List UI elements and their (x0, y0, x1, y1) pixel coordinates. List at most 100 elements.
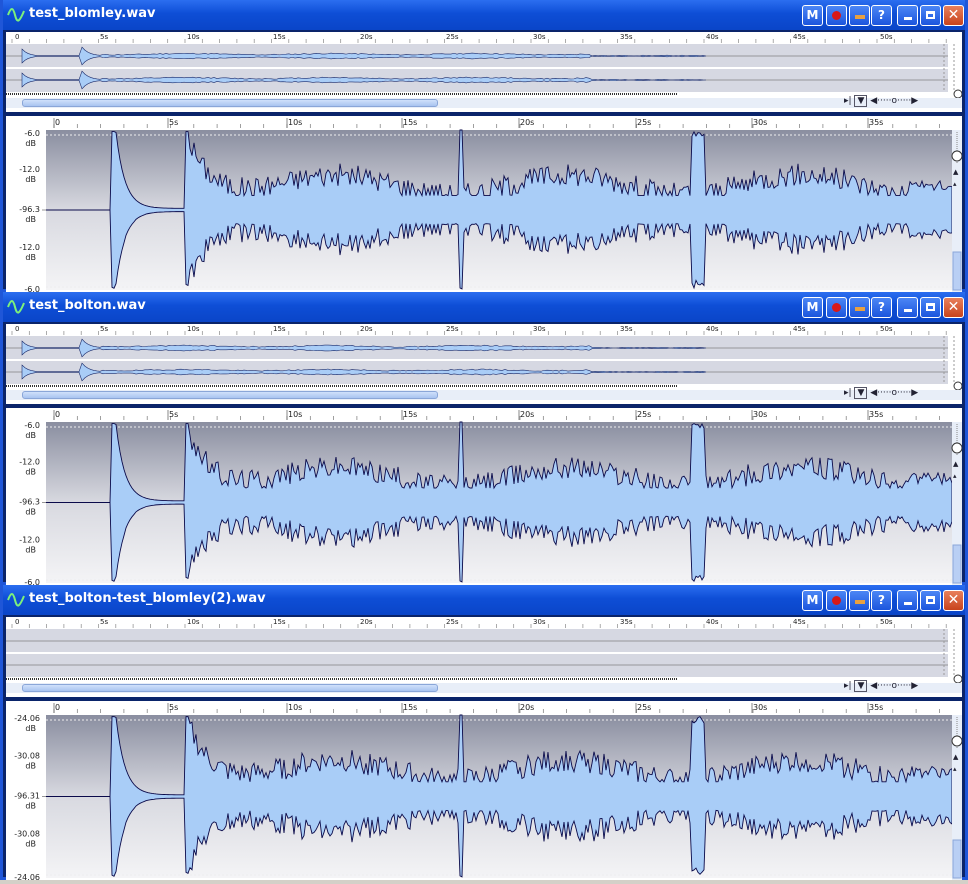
vertical-zoom-knob (951, 150, 963, 162)
zoom-slider[interactable]: ·····o····· (877, 388, 911, 398)
waveform-display[interactable]: 0 5s 10s 15s 20s 25s 30s 35s-24.06dB-30.08dB-96… (6, 701, 963, 882)
overview-tick-label: 35s (620, 33, 633, 41)
maximize-icon (926, 303, 935, 311)
overview-tick-label: 20s (360, 33, 373, 41)
zoom-right-icon[interactable]: ▶ (911, 96, 918, 106)
close-button[interactable]: ✕ (943, 5, 964, 26)
overview-scrollbar[interactable]: ▸| ▼ ◀·····o·····▶ (6, 387, 964, 400)
dash-button[interactable] (849, 297, 870, 318)
ruler-tick-label: 30s (753, 118, 767, 127)
db-unit: dB (25, 840, 36, 849)
overview-tick-label: 10s (187, 618, 200, 626)
maximize-button[interactable] (920, 590, 941, 611)
zoom-slider[interactable]: ·····o····· (877, 681, 911, 691)
waveform-app-icon (7, 298, 25, 320)
overview-tick-label: 50s (880, 325, 893, 333)
vertical-scroll-thumb (952, 839, 962, 879)
overview-tick-label: 45s (793, 33, 806, 41)
ruler-tick-label: 0 (55, 118, 60, 127)
overview-panel[interactable]: 0 5s 10s 15s 20s 25s 30s 35s 40s 45s 50s ▸| ▼ ◀····… (6, 617, 962, 697)
db-unit: dB (25, 253, 36, 262)
dropdown-icon[interactable]: ▼ (854, 387, 868, 399)
dropdown-icon[interactable]: ▼ (854, 95, 868, 107)
overview-scrollbar[interactable]: ▸| ▼ ◀·····o·····▶ (6, 680, 964, 693)
overview-nav-controls[interactable]: ▸| ▼ ◀·····o·····▶ (844, 387, 964, 399)
play-small-icon[interactable]: ▸| (844, 681, 852, 691)
overview-tick-label: 25s (446, 618, 459, 626)
minimize-button[interactable] (897, 5, 918, 26)
overview-tick-label: 0 (15, 33, 19, 41)
close-button[interactable]: ✕ (943, 590, 964, 611)
overview-scrollbar[interactable]: ▸| ▼ ◀·····o·····▶ (6, 95, 964, 108)
vertical-zoom[interactable]: ▲▴ (951, 422, 963, 585)
scroll-up-small-icon: ▴ (953, 472, 957, 480)
overview-tick-label: 15s (273, 33, 286, 41)
record-button[interactable] (826, 5, 847, 26)
close-button[interactable]: ✕ (943, 297, 964, 318)
title-bar[interactable]: test_blomley.wav M? ✕ (3, 0, 965, 30)
help-button[interactable]: ? (871, 5, 892, 26)
title-bar[interactable]: test_bolton.wav M? ✕ (3, 292, 965, 322)
overview-scroll-thumb[interactable] (22, 391, 438, 399)
ruler-tick-label: 0 (55, 410, 60, 419)
zoom-right-icon[interactable]: ▶ (911, 681, 918, 691)
play-small-icon[interactable]: ▸| (844, 388, 852, 398)
db-unit: dB (25, 762, 36, 771)
waveform-panel[interactable]: 0 5s 10s 15s 20s 25s 30s 35s -6.0 dB -12.0 dB -96.3 d… (6, 408, 963, 587)
help-button[interactable]: ? (871, 590, 892, 611)
overview-tick-label: 10s (187, 325, 200, 333)
ruler-tick-label: 15s (403, 703, 417, 712)
overview-tick-label: 30s (533, 618, 546, 626)
m-button[interactable]: M (802, 590, 823, 611)
overview-tick-label: 5s (100, 618, 108, 626)
title-bar[interactable]: test_bolton-test_blomley(2).wav M? ✕ (3, 585, 965, 615)
dropdown-icon[interactable]: ▼ (854, 680, 868, 692)
vertical-zoom[interactable]: ▲▴ (951, 715, 963, 880)
waveform-display[interactable]: 0 5s 10s 15s 20s 25s 30s 35s-6.0dB-12.0dB-96.3d… (6, 116, 963, 294)
minimize-button[interactable] (897, 297, 918, 318)
maximize-button[interactable] (920, 297, 941, 318)
waveform-display[interactable]: 0 5s 10s 15s 20s 25s 30s 35s-6.0dB-12.0dB-96.3d… (6, 408, 963, 587)
m-button[interactable]: M (802, 5, 823, 26)
overview-scroll-thumb[interactable] (22, 99, 438, 107)
overview-panel[interactable]: 0 5s 10s 15s 20s 25s 30s 35s 40s 45s 50s ▸| ▼ ◀····… (6, 32, 962, 112)
overview-nav-controls[interactable]: ▸| ▼ ◀·····o·····▶ (844, 680, 964, 692)
vertical-zoom[interactable]: ▲▴ (951, 130, 963, 292)
overview-tick-label: 45s (793, 618, 806, 626)
maximize-button[interactable] (920, 5, 941, 26)
overview-tick-label: 30s (533, 325, 546, 333)
dash-button[interactable] (849, 590, 870, 611)
ruler-tick-label: 0 (55, 703, 60, 712)
m-button[interactable]: M (802, 297, 823, 318)
overview-tick-label: 25s (446, 33, 459, 41)
record-button[interactable] (826, 297, 847, 318)
dash-icon (854, 307, 865, 311)
zoom-right-icon[interactable]: ▶ (911, 388, 918, 398)
help-button[interactable]: ? (871, 297, 892, 318)
minimize-button[interactable] (897, 590, 918, 611)
waveform-app-icon (7, 591, 25, 613)
dash-button[interactable] (849, 5, 870, 26)
record-icon (832, 596, 841, 605)
overview-tick-label: 20s (360, 618, 373, 626)
db-unit: dB (25, 724, 36, 733)
db-label: -12.0 (19, 458, 40, 467)
close-icon: ✕ (947, 299, 960, 315)
ruler-tick-label: 15s (403, 118, 417, 127)
play-small-icon[interactable]: ▸| (844, 96, 852, 106)
scroll-up-small-icon: ▴ (953, 180, 957, 188)
ruler-tick-label: 30s (753, 410, 767, 419)
ruler-tick-label: 5s (169, 118, 178, 127)
waveform-panel[interactable]: 0 5s 10s 15s 20s 25s 30s 35s -6.0 dB -12.0 dB -96.3 d… (6, 116, 963, 294)
help-icon: ? (878, 593, 885, 607)
scroll-up-small-icon: ▴ (953, 765, 957, 773)
wave-window: test_bolton.wav M? ✕ 0 5s 10s 15s 20s 25s 30s 35s 4… (0, 292, 968, 587)
vertical-scroll-thumb (952, 251, 962, 291)
record-button[interactable] (826, 590, 847, 611)
ruler-tick-label: 30s (753, 703, 767, 712)
zoom-slider[interactable]: ·····o····· (877, 96, 911, 106)
overview-panel[interactable]: 0 5s 10s 15s 20s 25s 30s 35s 40s 45s 50s ▸| ▼ ◀····… (6, 324, 962, 404)
overview-scroll-thumb[interactable] (22, 684, 438, 692)
overview-nav-controls[interactable]: ▸| ▼ ◀·····o·····▶ (844, 95, 964, 107)
waveform-panel[interactable]: 0 5s 10s 15s 20s 25s 30s 35s -24.06 dB -30.08 dB -96… (6, 701, 963, 882)
